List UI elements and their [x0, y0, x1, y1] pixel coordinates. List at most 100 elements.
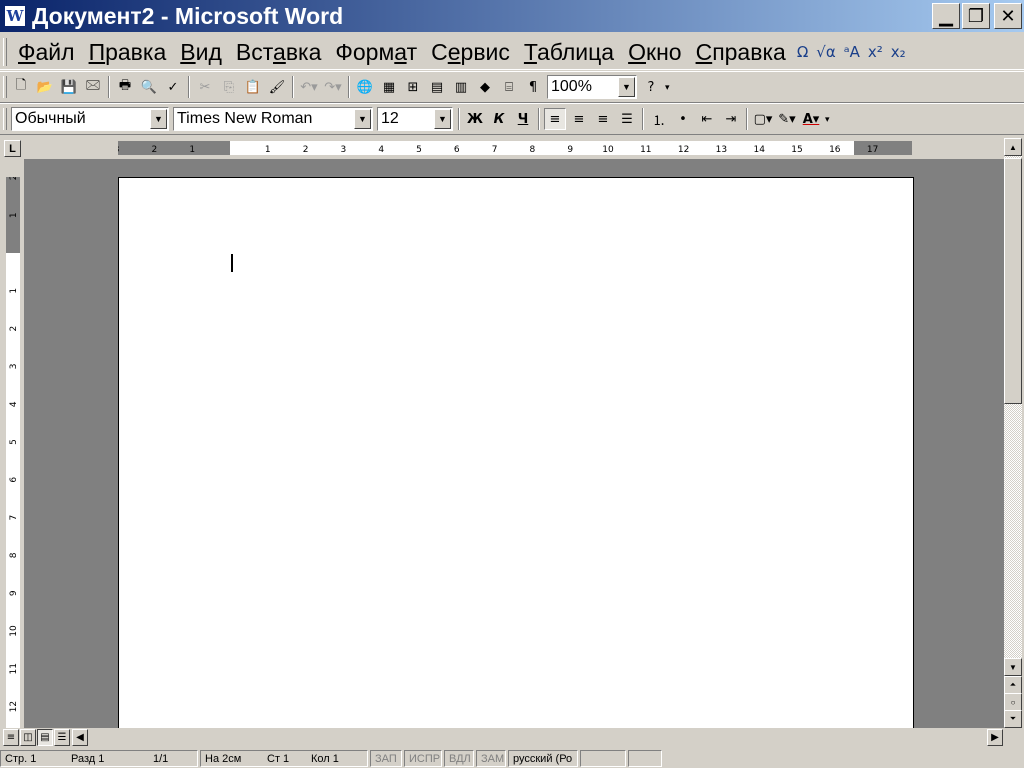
undo-icon[interactable]: ↶▾	[298, 76, 320, 98]
justify-icon[interactable]: ☰	[616, 108, 638, 130]
insert-symbol-button[interactable]: Ω	[793, 43, 812, 61]
open-folder-icon[interactable]: 📂	[34, 76, 56, 98]
numbering-icon[interactable]: ⒈	[648, 108, 670, 130]
new-document-icon[interactable]: 🗋	[10, 76, 32, 98]
toolbar-separator	[538, 108, 540, 130]
document-workspace[interactable]	[24, 159, 1004, 728]
status-overtype[interactable]: ЗАМ	[476, 750, 506, 767]
vertical-scrollbar[interactable]: ▲ ▼ ⏶ ○ ⏷	[1004, 138, 1022, 728]
chevron-down-icon[interactable]: ▼	[434, 109, 451, 129]
standard-toolbar: 🗋 📂 💾 🖂 🖶 🔍 ✓ ✂ ⎘ 📋 🖌 ↶▾ ↷▾ 🌐 ▦ ⊞ ▤ ▥ ◆ …	[0, 71, 1024, 103]
hyperlink-icon[interactable]: 🌐	[354, 76, 376, 98]
document-map-icon[interactable]: ⌸	[498, 76, 520, 98]
menu-window[interactable]: Окно	[621, 37, 688, 67]
equation-button[interactable]: √α	[812, 43, 839, 61]
document-page[interactable]	[118, 177, 914, 728]
style-select[interactable]: Обычный ▼	[11, 107, 169, 131]
outline-view-icon[interactable]: ☰	[54, 729, 70, 746]
cut-icon[interactable]: ✂	[194, 76, 216, 98]
font-size-select[interactable]: 12 ▼	[377, 107, 453, 131]
font-color-icon[interactable]: A▾	[800, 108, 822, 130]
status-track-changes[interactable]: ИСПР	[404, 750, 442, 767]
font-select[interactable]: Times New Roman ▼	[173, 107, 373, 131]
permissions-icon[interactable]: 🖂	[82, 76, 104, 98]
restore-button[interactable]: ❐	[962, 3, 990, 29]
scroll-thumb[interactable]	[1004, 158, 1022, 404]
chevron-down-icon[interactable]: ▼	[618, 77, 635, 97]
drawing-icon[interactable]: ◆	[474, 76, 496, 98]
scroll-up-button[interactable]: ▲	[1004, 138, 1022, 156]
horizontal-scroll-track[interactable]	[90, 729, 986, 746]
status-page: Стр. 1	[5, 752, 37, 765]
title-bar[interactable]: W Документ2 - Microsoft Word ▁ ❐ ✕	[0, 0, 1024, 32]
copy-icon[interactable]: ⎘	[218, 76, 240, 98]
columns-icon[interactable]: ▥	[450, 76, 472, 98]
menu-edit[interactable]: Правка	[82, 37, 174, 67]
decrease-indent-icon[interactable]: ⇤	[696, 108, 718, 130]
tables-borders-icon[interactable]: ▦	[378, 76, 400, 98]
menu-bar-grip[interactable]	[3, 37, 7, 66]
underline-button[interactable]: Ч	[512, 108, 534, 130]
insert-excel-icon[interactable]: ▤	[426, 76, 448, 98]
format-painter-icon[interactable]: 🖌	[266, 76, 288, 98]
scroll-left-button[interactable]: ◀	[72, 729, 88, 746]
ruler-label: 12	[678, 145, 689, 155]
borders-icon[interactable]: ▢▾	[752, 108, 774, 130]
superscript-button[interactable]: x²	[864, 43, 887, 61]
horizontal-ruler[interactable]: 3211234567891011121314151617	[118, 141, 912, 155]
menu-file[interactable]: Файл	[11, 37, 82, 67]
help-icon[interactable]: ?	[640, 76, 662, 98]
toolbar-options-icon[interactable]: ▾	[665, 82, 670, 93]
show-hide-icon[interactable]: ¶	[522, 76, 544, 98]
scroll-down-button[interactable]: ▼	[1004, 658, 1022, 676]
print-icon[interactable]: 🖶	[114, 76, 136, 98]
toolbar-grip[interactable]	[3, 108, 7, 130]
menu-tools[interactable]: Сервис	[424, 37, 517, 67]
align-center-icon[interactable]: ≡	[568, 108, 590, 130]
select-browse-object-button[interactable]: ○	[1004, 693, 1022, 711]
next-page-button[interactable]: ⏷	[1004, 710, 1022, 728]
increase-indent-icon[interactable]: ⇥	[720, 108, 742, 130]
minimize-button[interactable]: ▁	[932, 3, 960, 29]
bullets-icon[interactable]: •	[672, 108, 694, 130]
align-right-icon[interactable]: ≡	[592, 108, 614, 130]
align-left-icon[interactable]: ≡	[544, 108, 566, 130]
bold-button[interactable]: Ж	[464, 108, 486, 130]
font-size-value: 12	[381, 110, 399, 127]
spelling-check-icon[interactable]: ✓	[162, 76, 184, 98]
italic-button[interactable]: К	[488, 108, 510, 130]
menu-insert[interactable]: Вставка	[229, 37, 329, 67]
web-view-icon[interactable]: ◫	[20, 729, 36, 746]
ruler-label: 6	[454, 145, 460, 155]
print-preview-icon[interactable]: 🔍	[138, 76, 160, 98]
close-button[interactable]: ✕	[994, 3, 1022, 29]
menu-format[interactable]: Формат	[328, 37, 424, 67]
save-disk-icon[interactable]: 💾	[58, 76, 80, 98]
status-language[interactable]: русский (Ро	[508, 750, 578, 767]
insert-table-icon[interactable]: ⊞	[402, 76, 424, 98]
scroll-right-button[interactable]: ▶	[987, 729, 1003, 746]
toolbar-options-icon[interactable]: ▾	[825, 114, 830, 125]
print-layout-icon[interactable]: ▤	[37, 729, 53, 746]
previous-page-button[interactable]: ⏶	[1004, 676, 1022, 694]
chevron-down-icon[interactable]: ▼	[354, 109, 371, 129]
zoom-select[interactable]: 100% ▼	[547, 75, 637, 99]
status-record-macro[interactable]: ЗАП	[370, 750, 402, 767]
vertical-ruler[interactable]: 2 1 1 2 3 4 5 6 7 8 9 10 11 12	[6, 177, 20, 728]
menu-table[interactable]: Таблица	[517, 37, 621, 67]
highlight-icon[interactable]: ✎▾	[776, 108, 798, 130]
ruler-label: 11	[9, 663, 19, 674]
status-extend[interactable]: ВДЛ	[444, 750, 474, 767]
redo-icon[interactable]: ↷▾	[322, 76, 344, 98]
normal-view-icon[interactable]: ≡	[3, 729, 19, 746]
ruler-label: 13	[716, 145, 727, 155]
chevron-down-icon[interactable]: ▼	[150, 109, 167, 129]
tab-selector[interactable]: L	[4, 140, 21, 157]
menu-help[interactable]: Справка	[689, 37, 793, 67]
menu-view[interactable]: Вид	[173, 37, 229, 67]
toolbar-grip[interactable]	[3, 76, 7, 98]
change-case-button[interactable]: ᵃA	[840, 43, 864, 61]
word-document-icon[interactable]: W	[4, 5, 26, 27]
subscript-button[interactable]: x₂	[887, 43, 910, 61]
paste-icon[interactable]: 📋	[242, 76, 264, 98]
